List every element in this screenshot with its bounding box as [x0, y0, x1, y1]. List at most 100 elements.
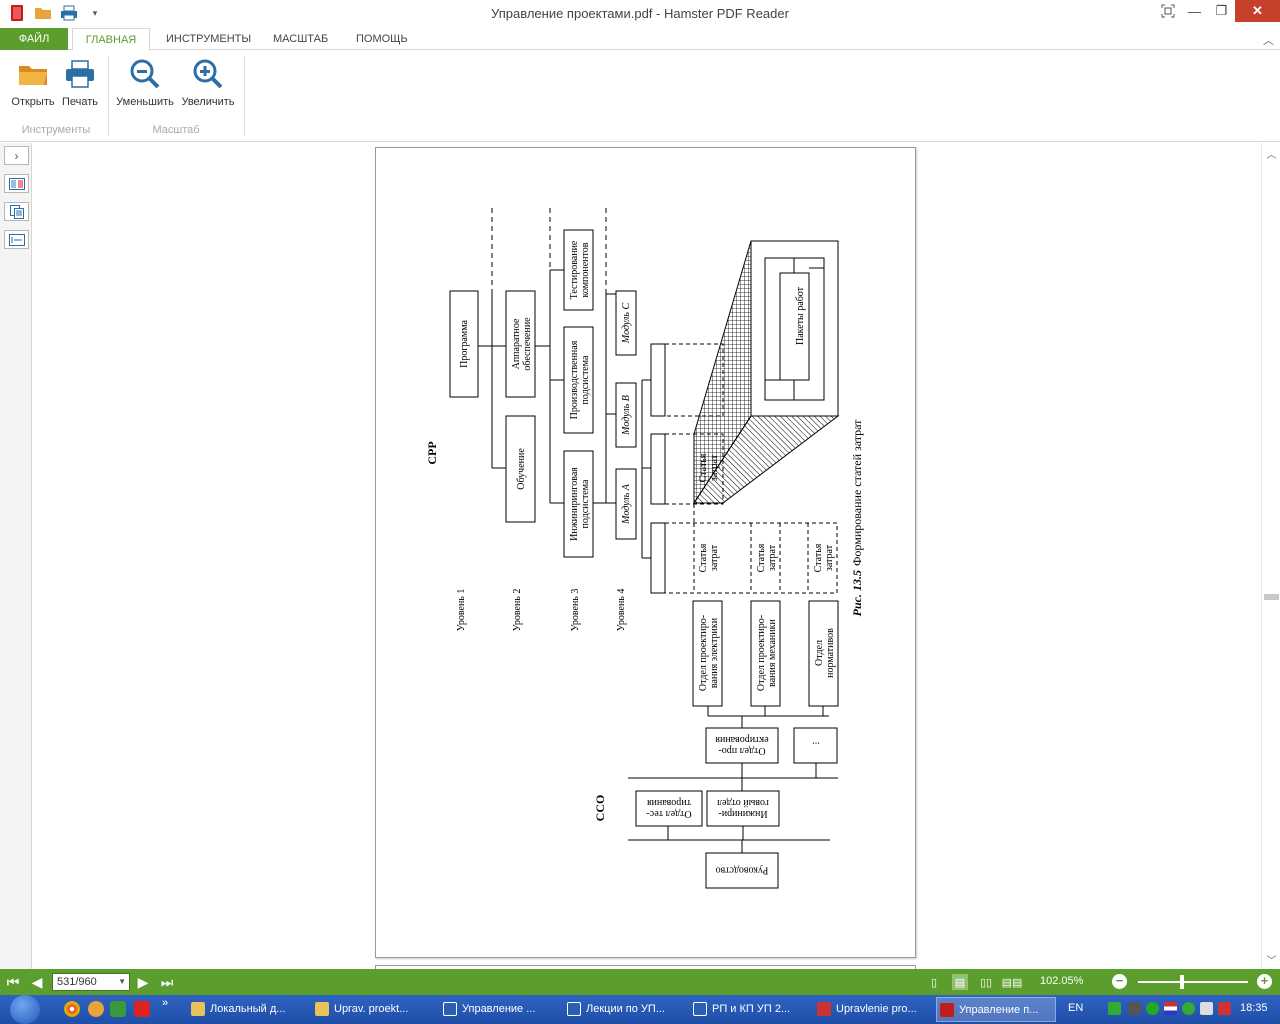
- pages-icon[interactable]: [4, 202, 29, 221]
- level2-label: Уровень 2: [512, 589, 523, 632]
- dept-norms-label: Отделнормативов: [814, 628, 836, 678]
- thumbnails-icon[interactable]: [4, 174, 29, 193]
- scroll-thumb[interactable]: [1264, 594, 1279, 600]
- testing-components-line1: Тестирование: [569, 240, 580, 299]
- first-page-icon[interactable]: ⏮: [4, 973, 22, 991]
- figure-caption: Рис. 13.5 Формирование статей затрат: [850, 419, 864, 617]
- yandex-icon[interactable]: [134, 1001, 150, 1017]
- page-indicator: 531/960: [57, 976, 97, 988]
- module-a-label: Модуль A: [621, 483, 632, 525]
- testing-components-label: Тестированиекомпонентов: [569, 240, 591, 299]
- task-lectures[interactable]: Лекции по УП...: [564, 997, 684, 1022]
- volume-icon[interactable]: [1200, 1002, 1213, 1015]
- cco-title: ССО: [593, 795, 607, 822]
- fullscreen-button[interactable]: [1154, 0, 1181, 22]
- level3-label: Уровень 3: [570, 589, 581, 632]
- task-local-disk[interactable]: Локальный д...: [188, 997, 304, 1022]
- network-icon[interactable]: [1218, 1002, 1231, 1015]
- tab-help[interactable]: ПОМОЩЬ: [356, 28, 408, 50]
- tray-app-icon[interactable]: [1108, 1002, 1121, 1015]
- last-page-icon[interactable]: ⏭: [158, 973, 176, 991]
- zoom-out-icon: [129, 58, 161, 90]
- two-page-continuous-icon[interactable]: ▤▤: [1002, 974, 1023, 990]
- program-label: Программа: [459, 320, 470, 368]
- document-viewer[interactable]: Руководство Отдел тес-тирования Инжинири…: [33, 143, 1261, 975]
- next-page-icon[interactable]: ▶: [134, 973, 152, 991]
- task-upravlenie-doc[interactable]: Управление ...: [440, 997, 558, 1022]
- testing-dept-label: Отдел тес-тирования: [646, 797, 691, 819]
- hardware-line2: обеспечение: [522, 317, 533, 371]
- mail-icon[interactable]: [88, 1001, 104, 1017]
- zoom-out-label: Уменьшить: [116, 96, 174, 108]
- task-rp-kp[interactable]: РП и КП УП 2...: [690, 997, 808, 1022]
- task-uprav-proekt[interactable]: Uprav. proekt...: [312, 997, 432, 1022]
- zoom-slider-thumb[interactable]: [1180, 975, 1184, 989]
- more-apps-icon[interactable]: »: [162, 997, 168, 1009]
- info-icon[interactable]: [1182, 1002, 1195, 1015]
- ribbon-tabs: ФАЙЛ ГЛАВНАЯ ИНСТРУМЕНТЫ МАСШТАБ ПОМОЩЬ: [0, 28, 1280, 51]
- tab-tools[interactable]: ИНСТРУМЕНТЫ: [166, 28, 251, 50]
- vertical-scrollbar[interactable]: ︿ ﹀: [1261, 143, 1280, 969]
- engsub-line2: подсистема: [580, 479, 591, 528]
- scroll-up-icon[interactable]: ︿: [1262, 145, 1280, 161]
- scroll-down-icon[interactable]: ﹀: [1262, 951, 1280, 967]
- production-subsystem-label: Производственнаяподсистема: [569, 340, 591, 419]
- engsub-line1: Инжиниринговая: [569, 467, 580, 541]
- page-number-input[interactable]: 531/960 ▼: [52, 973, 130, 991]
- pdf-icon: [817, 1002, 831, 1016]
- tray-tool-icon[interactable]: [1128, 1002, 1141, 1015]
- flag-icon[interactable]: [1164, 1002, 1177, 1015]
- word-icon: [443, 1002, 457, 1016]
- level4-label: Уровень 4: [616, 589, 627, 632]
- tray-check-icon[interactable]: [1146, 1002, 1159, 1015]
- zoom-plus-icon[interactable]: +: [1257, 974, 1272, 989]
- testing-components-line2: компонентов: [580, 242, 591, 297]
- language-indicator[interactable]: EN: [1068, 1002, 1083, 1014]
- ellipsis-label: ...: [812, 740, 820, 751]
- start-button[interactable]: [10, 995, 40, 1024]
- cost-item-label-2: Статьязатрат: [756, 543, 778, 572]
- dept-norms-line2: нормативов: [825, 628, 836, 678]
- two-page-view-icon[interactable]: ▯▯: [978, 974, 994, 990]
- printer-icon: [64, 58, 96, 90]
- caption-number: Рис. 13.5: [850, 570, 864, 616]
- ribbon-panel: Открыть Печать Инструменты Уменьшить Уве…: [0, 50, 1280, 142]
- tab-file[interactable]: ФАЙЛ: [0, 28, 68, 50]
- minimize-button[interactable]: —: [1181, 0, 1208, 22]
- ribbon-collapse-icon[interactable]: ︿: [1263, 32, 1274, 48]
- zoom-level: 102.05%: [1040, 975, 1084, 987]
- zoom-out-button[interactable]: Уменьшить: [114, 58, 176, 108]
- chrome-icon[interactable]: [64, 1001, 80, 1017]
- hardware-label: Аппаратноеобеспечение: [511, 317, 533, 371]
- print-button[interactable]: Печать: [60, 58, 100, 108]
- zoom-in-icon: [192, 58, 224, 90]
- window-title: Управление проектами.pdf - Hamster PDF R…: [491, 6, 789, 21]
- zoom-slider[interactable]: [1138, 981, 1248, 983]
- ribbon-separator: [244, 56, 245, 136]
- close-button[interactable]: ✕: [1235, 0, 1280, 22]
- design-dept-line1: Отдел про-: [718, 745, 765, 756]
- utorrent-icon[interactable]: [110, 1001, 126, 1017]
- cost-item-label-3: Статьязатрат: [813, 543, 835, 572]
- engineering-subsystem-label: Инжиниринговаяподсистема: [569, 467, 591, 541]
- print-button-label: Печать: [61, 96, 99, 108]
- expand-panel-icon[interactable]: ›: [4, 146, 29, 165]
- zoom-in-button[interactable]: Увеличить: [179, 58, 237, 108]
- tab-home[interactable]: ГЛАВНАЯ: [72, 28, 150, 51]
- restore-button[interactable]: ❐: [1208, 0, 1235, 22]
- single-page-view-icon[interactable]: ▯: [926, 974, 942, 990]
- continuous-view-icon[interactable]: ▤: [952, 974, 968, 990]
- bookmarks-icon[interactable]: [4, 230, 29, 249]
- open-button[interactable]: Открыть: [9, 58, 57, 108]
- zoom-in-label: Увеличить: [181, 96, 235, 108]
- folder-icon: [315, 1002, 329, 1016]
- zoom-minus-icon[interactable]: −: [1112, 974, 1127, 989]
- task-hamster-reader[interactable]: Управление п...: [936, 997, 1056, 1022]
- hamster-pdf-icon: [940, 1003, 954, 1017]
- hardware-line1: Аппаратное: [511, 318, 522, 369]
- task-upravlenie-pro[interactable]: Upravlenie pro...: [814, 997, 932, 1022]
- module-c-label: Модуль C: [621, 303, 632, 345]
- prev-page-icon[interactable]: ◀: [28, 973, 46, 991]
- tab-zoom[interactable]: МАСШТАБ: [273, 28, 328, 50]
- pdf-page: Руководство Отдел тес-тирования Инжинири…: [375, 147, 916, 958]
